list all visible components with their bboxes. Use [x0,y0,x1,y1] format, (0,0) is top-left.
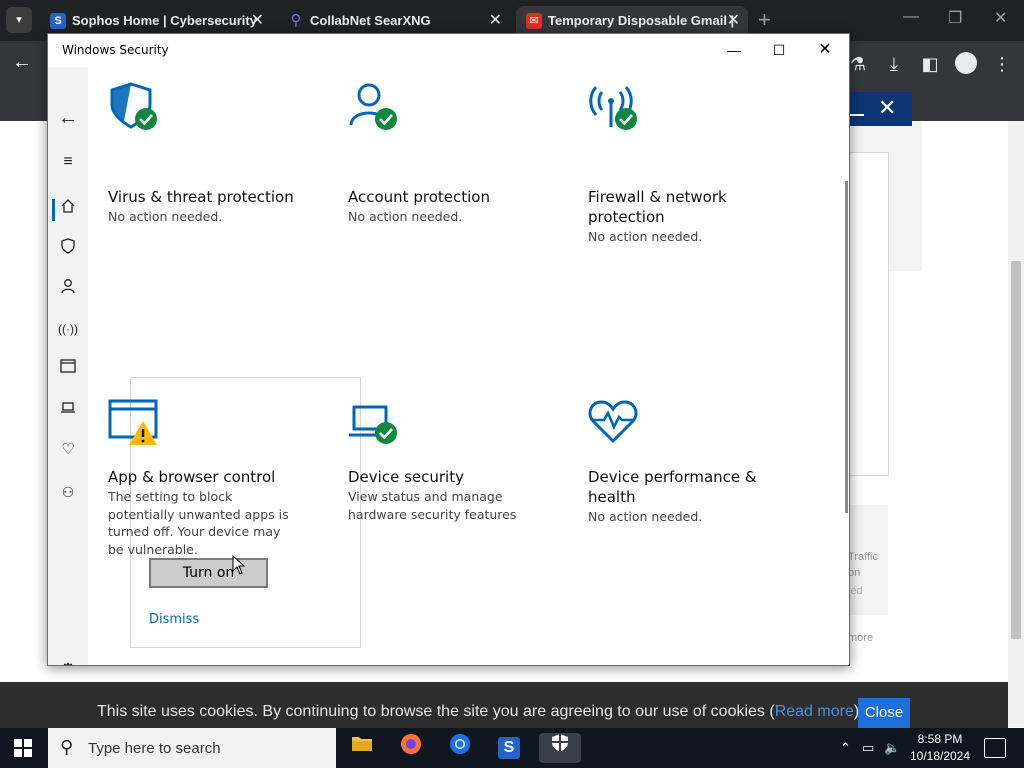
page-text: more [848,632,874,644]
home-icon[interactable] [56,198,80,222]
cookie-close-button[interactable]: Close [858,698,910,728]
nav-selected-indicator [52,199,55,221]
cookie-text: This site uses cookies. By continuing to… [97,703,860,720]
card-title: Account protection [348,188,490,206]
tab-title: Sophos Home | Cybersecurity [72,13,257,28]
card-app-browser-control[interactable]: App & browser control The setting to blo… [89,377,321,647]
card-firewall-network[interactable]: Firewall & network protection No action … [569,67,801,327]
laptop-icon[interactable] [56,398,80,422]
network-icon[interactable]: ▭ [862,740,874,756]
person-check-icon [348,81,400,136]
taskbar-clock[interactable]: 8:58 PM 10/18/2024 [908,731,972,765]
cookie-banner: This site uses cookies. By continuing to… [0,682,1008,728]
card-title: Virus & threat protection [108,188,294,206]
sophos-favicon-icon: S [50,13,66,29]
card-title: Device performance & health [588,468,757,506]
search-favicon-icon: ⚲ [290,12,302,29]
page-text: Traffic [848,551,878,563]
kebab-menu-icon[interactable]: ⋮ [991,53,1013,75]
search-placeholder: Type here to search [88,740,221,757]
taskbar-search-box[interactable]: ⚲ Type here to search [48,728,336,768]
card-virus-protection[interactable]: Virus & threat protection No action need… [89,67,321,327]
sidepanel-icon[interactable]: ◧ [919,53,941,75]
tab-close-icon[interactable]: ✕ [727,6,740,35]
windows-start-icon[interactable] [14,739,32,757]
clock-date: 10/18/2024 [909,749,971,763]
close-icon[interactable]: ✕ [809,38,841,62]
card-status: View status and manage hardware security… [348,489,517,522]
page-modal-header: ✕ [848,92,912,126]
windows-taskbar: ⚲ Type here to search S ⌃ ▭ 🔈 8:58 PM 10… [0,728,1024,768]
heart-health-icon[interactable]: ♡ [56,438,80,462]
laptop-check-icon [348,399,400,454]
settings-gear-icon[interactable]: ⚙ [56,658,80,665]
volume-mute-icon[interactable]: 🔈 [884,740,900,756]
app-window-warning-icon [108,399,162,452]
restore-icon[interactable]: ❐ [948,8,962,28]
tab-title: CollabNet SearXNG [310,13,431,28]
card-status: No action needed. [588,229,703,244]
card-account-protection[interactable]: Account protection No action needed. [329,67,561,327]
minimize-icon[interactable]: — [718,38,750,62]
minimize-icon[interactable] [848,114,864,116]
card-title: Firewall & network protection [588,188,727,226]
dismiss-link[interactable]: Dismiss [149,612,199,627]
tab-search-menu-icon[interactable]: ▾ [6,7,32,33]
heart-pulse-icon [588,399,640,450]
hamburger-menu-icon[interactable]: ≡ [56,150,80,174]
back-arrow-icon[interactable]: ← [12,51,32,74]
labs-flask-icon[interactable]: ⚗ [847,53,869,75]
card-status: No action needed. [588,509,703,524]
app-window-icon[interactable] [56,357,80,381]
mail-favicon-icon: ✉ [526,13,542,29]
wireless-antenna-check-icon [588,81,640,136]
family-icon[interactable]: ⚇ [56,480,80,504]
search-icon: ⚲ [60,737,74,757]
window-title: Windows Security [62,43,169,57]
page-scrollbar[interactable] [1008,121,1024,727]
back-arrow-icon[interactable]: ← [56,106,80,130]
tab-close-icon[interactable]: ✕ [489,6,502,35]
security-dashboard: Virus & threat protection No action need… [89,67,849,665]
windows-security-window: Windows Security — ☐ ✕ ← ≡ ((·)) ♡ ⚇ ⚙ [47,33,850,666]
profile-avatar-icon[interactable] [955,52,977,74]
chrome-icon[interactable] [445,733,475,763]
tab-close-icon[interactable]: ✕ [251,6,264,35]
new-tab-icon[interactable]: + [758,7,771,33]
page-panel [848,152,889,476]
wireless-icon[interactable]: ((·)) [56,317,80,341]
card-warning-text: The setting to block potentially unwante… [108,489,289,557]
clock-time: 8:58 PM [917,732,963,746]
firefox-icon[interactable] [396,733,426,763]
maximize-icon[interactable]: ☐ [763,38,795,62]
tab-title: Temporary Disposable Gmail | [548,13,735,28]
file-explorer-icon[interactable] [347,733,377,763]
close-icon[interactable]: ✕ [994,8,1007,28]
shield-check-icon [108,81,160,136]
tray-chevron-icon[interactable]: ⌃ [840,740,851,756]
mouse-cursor-icon [232,555,246,575]
windows-security-taskbar-icon[interactable] [539,733,581,763]
read-more-link[interactable]: Read more [775,703,854,720]
scrollbar-thumb[interactable] [1011,261,1021,639]
card-device-performance[interactable]: Device performance & health No action ne… [569,377,801,647]
window-scrollbar[interactable] [845,181,848,513]
card-status: No action needed. [108,209,223,224]
card-device-security[interactable]: Device security View status and manage h… [329,377,561,647]
close-icon[interactable]: ✕ [878,95,896,121]
card-status: No action needed. [348,209,463,224]
notification-center-icon[interactable] [984,738,1006,758]
person-icon[interactable] [56,278,80,302]
minimize-icon[interactable]: — [903,8,919,26]
security-nav: ← ≡ ((·)) ♡ ⚇ ⚙ [48,67,88,665]
shield-icon[interactable] [56,238,80,262]
card-title: App & browser control [108,468,276,486]
card-title: Device security [348,468,464,486]
turn-on-button[interactable]: Turn on [149,558,268,588]
sophos-app-icon[interactable]: S [494,733,524,763]
page-text: led [848,585,863,597]
download-icon[interactable]: ⤓ [883,53,905,75]
